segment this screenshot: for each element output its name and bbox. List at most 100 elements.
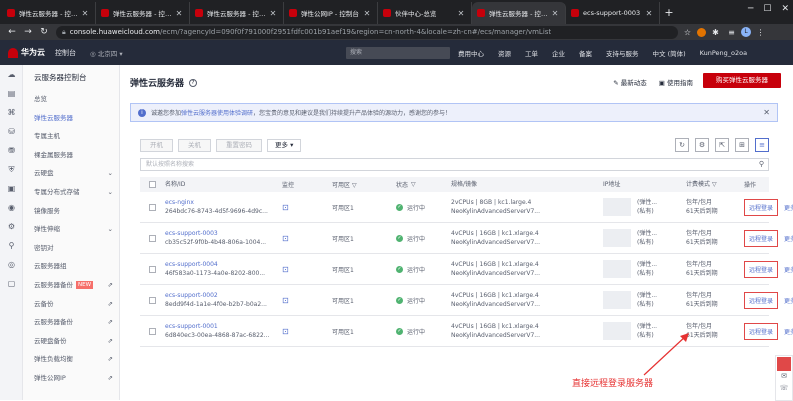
doc-icon[interactable]: ▢: [0, 274, 23, 293]
api-icon[interactable]: ⚲: [0, 236, 23, 255]
close-tab-icon[interactable]: ✕: [457, 9, 465, 18]
top-nav-item[interactable]: 备案: [579, 48, 592, 58]
browser-tab[interactable]: 弹性云服务器 - 控制台 ✕: [472, 2, 566, 24]
maximize-icon[interactable]: ☐: [763, 4, 771, 14]
top-nav-item[interactable]: 费用中心: [458, 48, 484, 58]
annotation-arrow: [643, 333, 689, 376]
sidebar-item-label-wrap: 云服务器备份 NEW: [34, 276, 94, 295]
close-tab-icon[interactable]: ✕: [175, 9, 183, 18]
feedback-icon[interactable]: [777, 357, 791, 371]
brand-name[interactable]: 华为云: [21, 47, 45, 58]
sidebar-item[interactable]: 弹性云服务器: [23, 109, 119, 128]
region-selector[interactable]: ◎ 北京四 ▾: [90, 48, 123, 58]
sidebar-item[interactable]: 云服务器备份 ⇗: [23, 313, 119, 332]
external-link-icon: ⇗: [107, 299, 113, 308]
sidebar-menu: 云服务器控制台 总览 弹性云服务器 专属主机 裸金属服务器 云硬盘 ⌄ 专属分布式存储 ⌄ 镜像…: [23, 65, 120, 400]
network-icon[interactable]: ⌘: [0, 103, 23, 122]
top-nav-item[interactable]: 资源: [498, 48, 511, 58]
sidebar-item-label-wrap: 镜像服务: [34, 202, 60, 221]
close-window-icon[interactable]: ✕: [781, 4, 789, 14]
database-icon[interactable]: ⛃: [0, 141, 23, 160]
tab-title: 弹性云服务器 - 控制台: [19, 10, 81, 18]
favicon-icon: [7, 9, 15, 17]
back-icon[interactable]: ←: [4, 27, 20, 37]
sidebar-item-label-wrap: 总览: [34, 90, 47, 109]
top-nav-item[interactable]: 支持与服务: [606, 48, 639, 58]
browser-tab[interactable]: 弹性云服务器 - 控制台 ✕: [96, 2, 190, 24]
sidebar-item[interactable]: 弹性伸缩 ⌄: [23, 220, 119, 239]
top-nav-item[interactable]: KunPeng_o2oa: [700, 49, 747, 57]
sidebar-item-label: 弹性负载均衡: [34, 355, 73, 364]
window-controls: ─ ☐ ✕: [748, 4, 789, 14]
sidebar-item-label-wrap: 云硬盘备份: [34, 332, 67, 351]
support-icon[interactable]: ☏: [776, 384, 792, 396]
cloud-icon[interactable]: ☁: [0, 65, 23, 84]
app-icon[interactable]: ◎: [0, 255, 23, 274]
top-nav-item[interactable]: 工单: [525, 48, 538, 58]
server-icon[interactable]: ▤: [0, 84, 23, 103]
top-nav-item[interactable]: 中文 (简体): [653, 48, 686, 58]
sidebar-item[interactable]: 云备份 ⇗: [23, 295, 119, 314]
media-icon[interactable]: ≡: [725, 28, 738, 37]
puzzle-icon[interactable]: ✱: [709, 28, 722, 37]
container-icon[interactable]: ▣: [0, 179, 23, 198]
browser-tab[interactable]: 弹性云服务器 - 控制台 ✕: [190, 2, 284, 24]
sidebar-item-label: 专属主机: [34, 132, 60, 141]
forward-icon[interactable]: →: [20, 27, 36, 37]
sidebar-item[interactable]: 云服务器备份 NEW ⇗: [23, 276, 119, 295]
close-tab-icon[interactable]: ✕: [363, 9, 371, 18]
favicon-icon: [195, 9, 203, 17]
console-link[interactable]: 控制台: [55, 48, 76, 58]
close-tab-icon[interactable]: ✕: [551, 9, 559, 18]
security-icon[interactable]: ⛨: [0, 160, 23, 179]
sidebar-item[interactable]: 专属分布式存储 ⌄: [23, 183, 119, 202]
top-nav-item[interactable]: 企业: [552, 48, 565, 58]
sidebar-item[interactable]: 云服务器组: [23, 257, 119, 276]
kebab-menu-icon[interactable]: ⋮: [754, 28, 767, 37]
sidebar-item-label: 密钥对: [34, 243, 54, 252]
browser-tab[interactable]: 弹性云服务器 - 控制台 ✕: [2, 2, 96, 24]
region-label: 北京四: [97, 49, 118, 58]
sidebar-item-label-wrap: 云备份: [34, 295, 54, 314]
url-domain: console.huaweicloud.com: [69, 28, 160, 36]
sidebar-item[interactable]: 裸金属服务器: [23, 146, 119, 165]
close-tab-icon[interactable]: ✕: [645, 9, 653, 18]
monitor-icon[interactable]: ◉: [0, 198, 23, 217]
sidebar-item[interactable]: 专属主机: [23, 127, 119, 146]
sidebar-item-label-wrap: 云服务器组: [34, 257, 67, 276]
chat-icon[interactable]: ✉: [776, 372, 792, 384]
sidebar-item-label: 专属分布式存储: [34, 187, 80, 196]
browser-tab[interactable]: 伙伴中心-总览 ✕: [378, 2, 472, 24]
settings-icon[interactable]: ⚙: [0, 217, 23, 236]
sidebar-item[interactable]: 弹性公网IP ⇗: [23, 369, 119, 388]
profile-avatar[interactable]: L: [741, 27, 751, 37]
sidebar-item-label: 云服务器备份: [34, 318, 73, 327]
url-field[interactable]: 🔒︎ console.huaweicloud.com /ecm/?agencyI…: [56, 25, 678, 39]
chevron-down-icon: ⌄: [107, 187, 113, 196]
close-tab-icon[interactable]: ✕: [269, 9, 277, 18]
sidebar-item[interactable]: 镜像服务: [23, 202, 119, 221]
sidebar-item[interactable]: 云硬盘备份 ⇗: [23, 332, 119, 351]
sidebar-item-label: 弹性云服务器: [34, 113, 73, 122]
browser-tab[interactable]: ecs-support-0003 ✕: [566, 2, 660, 24]
sidebar-item-label: 云服务器组: [34, 262, 67, 271]
minimize-icon[interactable]: ─: [748, 4, 753, 14]
console-search-input[interactable]: 搜索: [346, 47, 450, 59]
close-tab-icon[interactable]: ✕: [81, 9, 89, 18]
extension-icon[interactable]: [697, 27, 706, 37]
new-tab-icon[interactable]: +: [660, 2, 678, 24]
sidebar-item[interactable]: 云硬盘 ⌄: [23, 164, 119, 183]
sidebar-item[interactable]: 密钥对: [23, 239, 119, 258]
sidebar-item-label-wrap: 弹性伸缩: [34, 220, 60, 239]
browser-tab[interactable]: 弹性公网IP - 控制台 ✕: [284, 2, 378, 24]
sidebar-item-label: 云备份: [34, 299, 54, 308]
main-content: 弹性云服务器 ? ✎ 最新动态 ▣ 使用指南 购买弹性云服务器 i 诚邀您参加 …: [120, 65, 793, 401]
reload-icon[interactable]: ↻: [36, 27, 52, 37]
star-icon[interactable]: ☆: [681, 28, 694, 37]
sidebar-item[interactable]: 总览: [23, 90, 119, 109]
sidebar-item-label: 弹性伸缩: [34, 225, 60, 234]
sidebar-item-label: 弹性公网IP: [34, 373, 66, 382]
sidebar-item[interactable]: 弹性负载均衡 ⇗: [23, 350, 119, 369]
storage-icon[interactable]: ⛁: [0, 122, 23, 141]
tab-title: 弹性云服务器 - 控制台: [489, 10, 551, 18]
